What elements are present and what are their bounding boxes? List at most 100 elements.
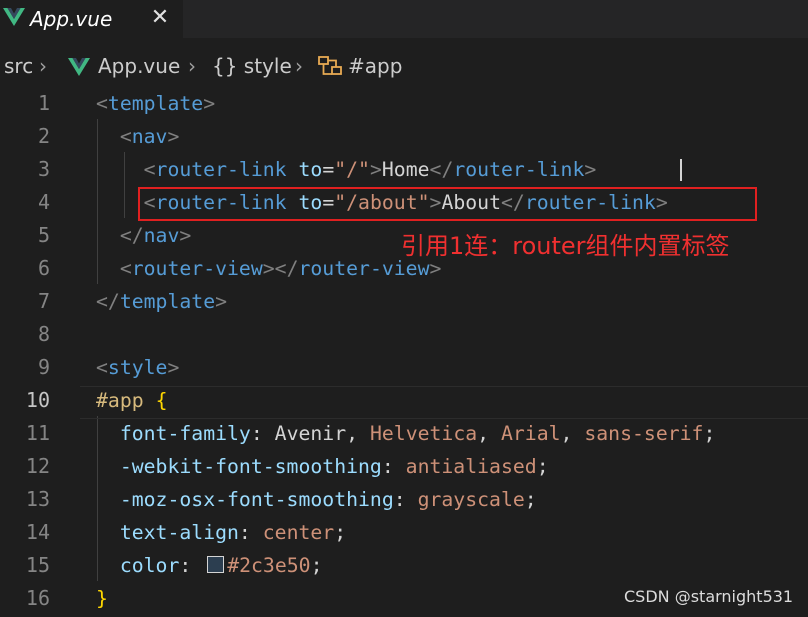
code-line[interactable]: 2 <nav> (0, 120, 808, 153)
code-token: grayscale (417, 488, 525, 511)
code-line[interactable]: 9 <style> (0, 351, 808, 384)
line-number: 15 (25, 553, 50, 577)
code-token: < (96, 125, 132, 148)
tab-title: App.vue (30, 7, 113, 31)
line-number: 5 (37, 223, 50, 247)
code-line[interactable]: 12 -webkit-font-smoothing: antialiased; (0, 450, 808, 483)
code-editor[interactable]: 1 <template> 2 <nav> 3 <router-link to="/">… (0, 86, 808, 617)
line-number: 16 (25, 586, 50, 610)
line-number: 4 (37, 190, 50, 214)
line-number: 11 (25, 421, 50, 445)
code-token: -moz-osx-font-smoothing (119, 488, 394, 511)
breadcrumb-item-app-vue[interactable]: App.vue (98, 54, 180, 78)
annotation-highlight-box (138, 187, 757, 221)
code-text: <router-view></router-view> (96, 252, 442, 285)
close-icon[interactable]: ✕ (148, 4, 172, 32)
tab-bar: App.vue ✕ (0, 0, 808, 38)
code-token: antialiased (405, 455, 537, 478)
code-token: > (167, 356, 180, 379)
breadcrumb-item-src[interactable]: src (4, 54, 33, 78)
vue-icon (3, 8, 25, 30)
line-number: 7 (37, 289, 50, 313)
code-line[interactable]: 15 color: #2c3e50; (0, 549, 808, 582)
code-text: color: #2c3e50; (96, 549, 323, 582)
code-token: ; (536, 455, 549, 478)
code-text: } (96, 582, 108, 615)
code-token: sans-serif (584, 422, 704, 445)
line-number: 6 (37, 256, 50, 280)
code-token: to (298, 158, 323, 181)
code-text: <template> (96, 87, 215, 120)
code-token: Avenir (274, 422, 347, 445)
code-line[interactable]: 14 text-align: center; (0, 516, 808, 549)
code-token: { (155, 389, 168, 412)
code-line[interactable]: 11 font-family: Avenir, Helvetica, Arial… (0, 417, 808, 450)
line-number: 2 (37, 124, 50, 148)
code-token: #2c3e50 (227, 554, 311, 577)
code-token: router-link (155, 158, 287, 181)
code-token: : (250, 422, 275, 445)
code-text: <router-link to="/">Home</router-link> (96, 153, 597, 186)
annotation-text: 引用1连：router组件内置标签 (401, 232, 730, 260)
code-token: < (96, 158, 156, 181)
tab-app-vue[interactable]: App.vue ✕ (0, 0, 183, 38)
code-text: <nav> (96, 120, 180, 153)
color-swatch[interactable] (207, 556, 225, 573)
code-token: "/" (334, 158, 370, 181)
code-token: color (119, 554, 180, 577)
code-token: template (107, 92, 204, 115)
code-token: < (96, 92, 108, 115)
breadcrumb: src › App.vue › {} style › #app (0, 50, 808, 86)
code-line[interactable]: 8 (0, 318, 808, 351)
code-line[interactable]: 1 <template> (0, 87, 808, 120)
code-text: </nav> (96, 219, 191, 252)
code-token: , (560, 422, 585, 445)
code-line[interactable]: 3 <router-link to="/">Home</router-link> (0, 153, 808, 186)
code-token: #app (96, 389, 144, 412)
selector-icon (318, 55, 344, 84)
breadcrumb-item-app-selector[interactable]: #app (348, 54, 402, 78)
code-token: : (179, 554, 204, 577)
line-number: 12 (25, 454, 50, 478)
code-token: } (96, 587, 108, 610)
code-token: < (96, 257, 132, 280)
code-text: -moz-osx-font-smoothing: grayscale; (96, 483, 537, 516)
breadcrumb-separator: › (188, 54, 196, 78)
code-token: nav (131, 125, 168, 148)
code-token: ; (524, 488, 537, 511)
code-token: , (346, 422, 370, 445)
code-token: ; (703, 422, 716, 445)
code-line[interactable]: 10 #app { (0, 384, 808, 417)
code-token: </ (96, 290, 120, 313)
code-text: <style> (96, 351, 179, 384)
code-token: : (393, 488, 418, 511)
code-token: center (262, 521, 335, 544)
code-token: ; (334, 521, 347, 544)
code-token: Home (381, 158, 430, 181)
code-token: < (96, 356, 108, 379)
code-token: > (179, 224, 192, 247)
code-line[interactable]: 13 -moz-osx-font-smoothing: grayscale; (0, 483, 808, 516)
code-token: style (107, 356, 168, 379)
code-text: -webkit-font-smoothing: antialiased; (96, 450, 549, 483)
code-token: > (203, 92, 216, 115)
code-token: > (584, 158, 597, 181)
code-token: ></ (262, 257, 299, 280)
code-text: #app { (96, 384, 167, 417)
code-token: </ (96, 224, 144, 247)
code-token: router-view (131, 257, 263, 280)
code-token: -webkit-font-smoothing (119, 455, 382, 478)
code-token: nav (143, 224, 180, 247)
code-token: </ (429, 158, 454, 181)
code-token: = (322, 158, 335, 181)
code-token: : (238, 521, 263, 544)
code-text: text-align: center; (96, 516, 346, 549)
breadcrumb-item-style[interactable]: {} style (212, 54, 292, 78)
code-line[interactable]: 7 </template> (0, 285, 808, 318)
vue-icon (68, 57, 90, 81)
